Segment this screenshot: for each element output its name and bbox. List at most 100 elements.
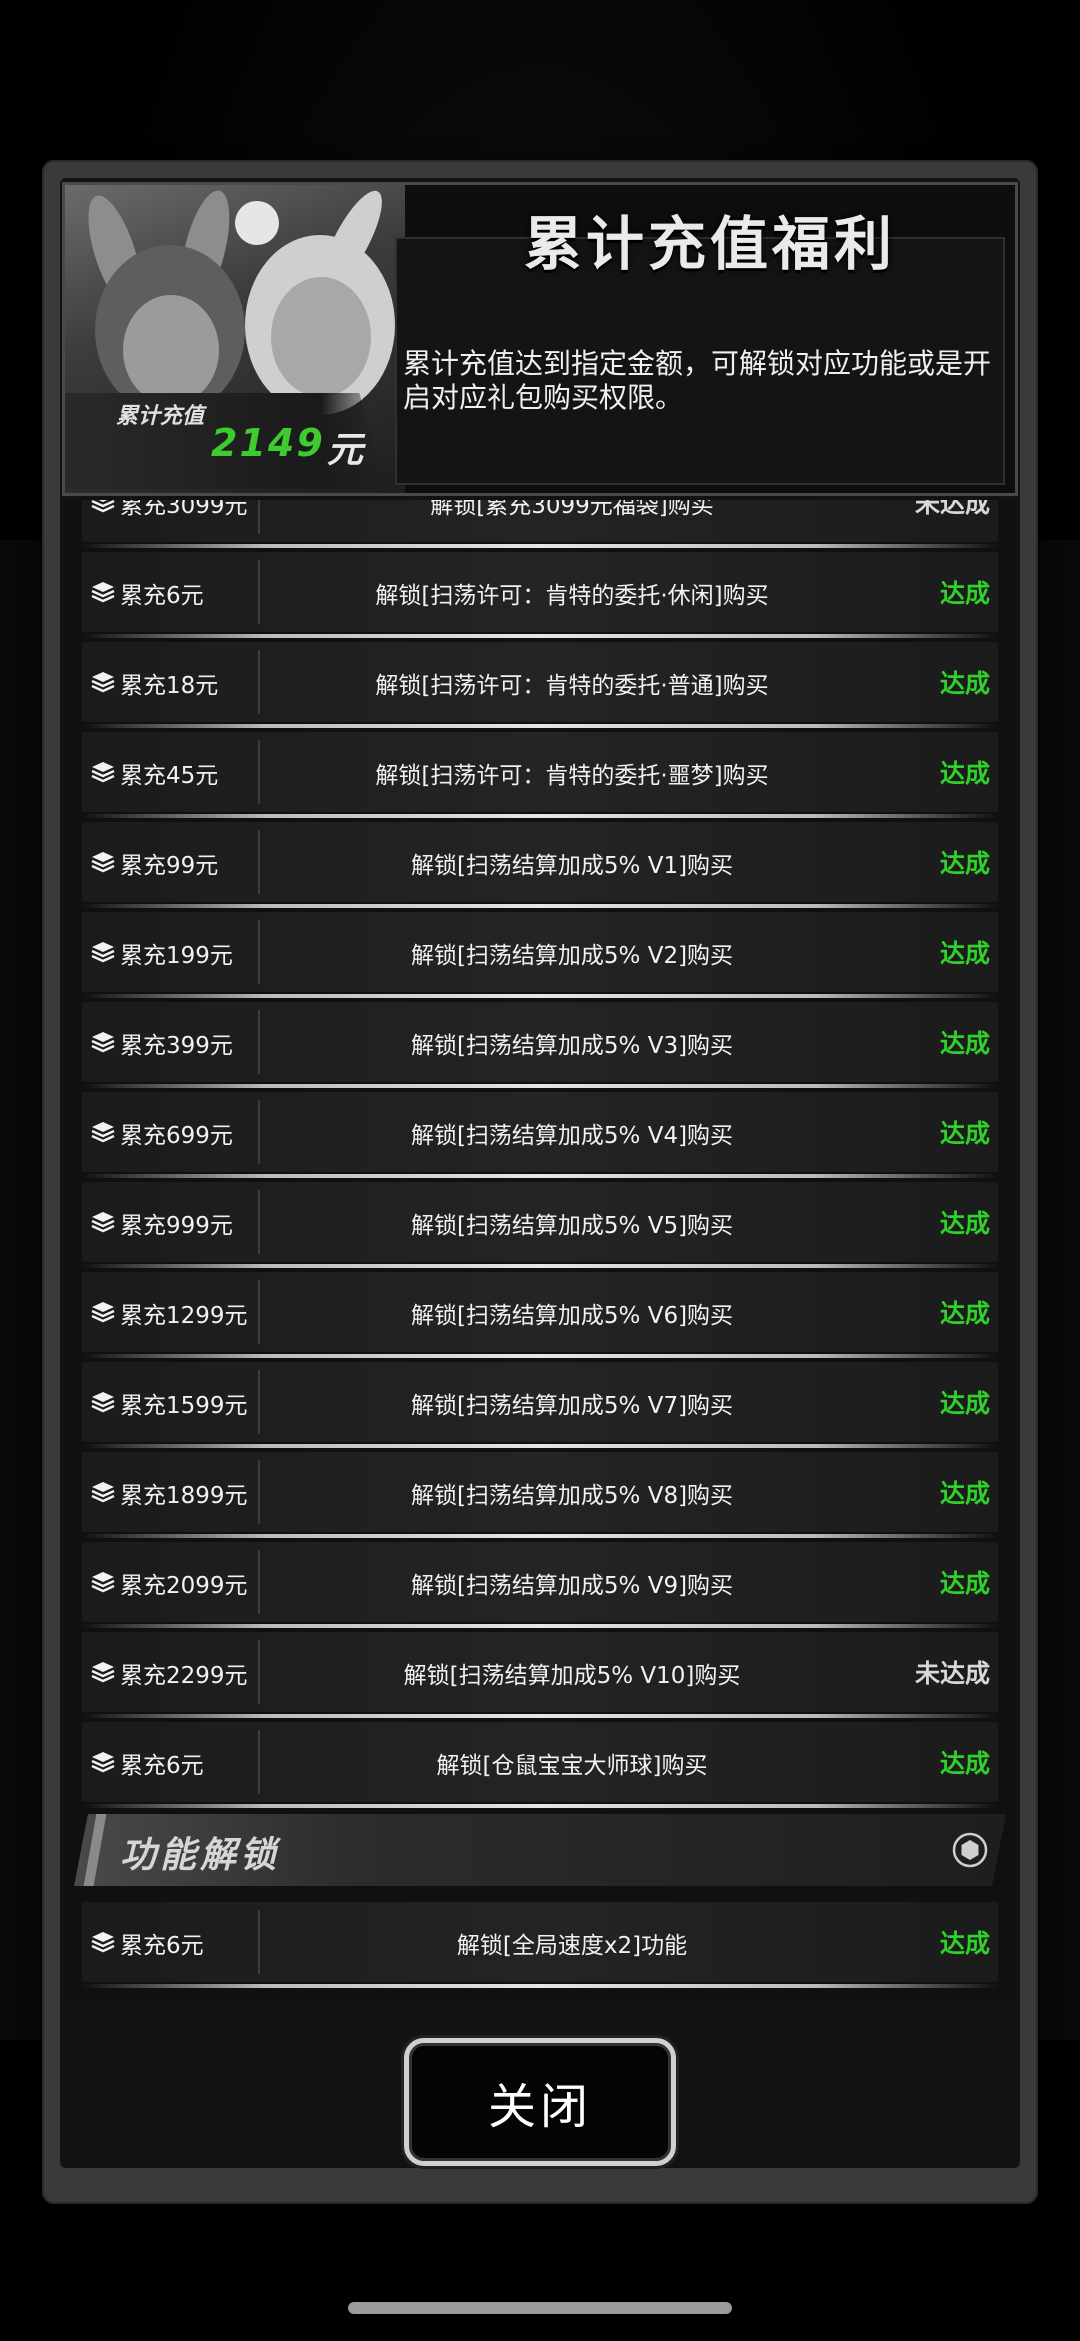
stack-icon [90, 500, 116, 514]
stack-icon [90, 940, 116, 964]
row-status: 达成 [939, 1389, 990, 1418]
row-amount: 累充199元 [120, 943, 233, 969]
reward-row: 累充1299元 解锁[扫荡结算加成5% V6]购买 达成 [82, 1272, 998, 1358]
banner: 累计充值福利 累计充值达到指定金额，可解锁对应功能或是开启对应礼包购买权限。 累… [62, 182, 1018, 496]
stack-icon [90, 1660, 116, 1684]
stack-icon [90, 1210, 116, 1234]
row-divider [258, 1370, 260, 1434]
stack-icon [90, 580, 116, 604]
row-status: 达成 [939, 759, 990, 788]
total-recharge-badge: 累计充值 2149 元 [65, 393, 385, 489]
row-status: 达成 [939, 1119, 990, 1148]
row-reward: 解锁[全局速度x2]功能 [456, 1933, 688, 1959]
row-status: 达成 [939, 1929, 990, 1958]
hexagon-icon[interactable] [952, 1832, 988, 1868]
reward-row: 累充3099元 解锁[累充3099元福袋]购买 未达成 [82, 500, 998, 548]
row-amount: 累充399元 [120, 1033, 233, 1059]
row-amount: 累充6元 [120, 1933, 204, 1959]
stack-icon [90, 1030, 116, 1054]
row-divider [258, 1460, 260, 1524]
reward-row: 累充999元 解锁[扫荡结算加成5% V5]购买 达成 [82, 1182, 998, 1268]
banner-description: 累计充值达到指定金额，可解锁对应功能或是开启对应礼包购买权限。 [403, 347, 992, 414]
row-divider [258, 1190, 260, 1254]
row-status: 达成 [939, 1299, 990, 1328]
row-divider [258, 1280, 260, 1344]
reward-list[interactable]: 累充3099元 解锁[累充3099元福袋]购买 未达成 累充6元 解锁[扫荡许可：肯特的… [62, 500, 1018, 2000]
row-reward: 解锁[扫荡结算加成5% V7]购买 [410, 1393, 734, 1419]
row-status: 达成 [939, 1569, 990, 1598]
row-reward: 解锁[仓鼠宝宝大师球]购买 [436, 1753, 708, 1779]
row-amount: 累充2299元 [120, 1663, 248, 1689]
stack-icon [90, 1930, 116, 1954]
row-divider [258, 560, 260, 624]
stack-icon [90, 1390, 116, 1414]
row-amount: 累充2099元 [120, 1573, 248, 1599]
row-status: 达成 [939, 1479, 990, 1508]
reward-row: 累充45元 解锁[扫荡许可：肯特的委托·噩梦]购买 达成 [82, 732, 998, 818]
row-divider [258, 1910, 260, 1974]
row-divider [258, 740, 260, 804]
row-divider [258, 500, 260, 534]
row-status: 达成 [939, 939, 990, 968]
row-status: 达成 [939, 849, 990, 878]
stack-icon [90, 850, 116, 874]
row-amount: 累充1599元 [120, 1393, 248, 1419]
row-status: 达成 [939, 669, 990, 698]
row-reward: 解锁[扫荡许可：肯特的委托·普通]购买 [375, 673, 769, 699]
stack-icon [90, 1480, 116, 1504]
banner-title: 累计充值福利 [523, 210, 896, 278]
row-status: 未达成 [914, 500, 990, 518]
row-reward: 解锁[扫荡许可：肯特的委托·休闲]购买 [375, 583, 769, 609]
row-amount: 累充699元 [120, 1123, 233, 1149]
row-reward: 解锁[累充3099元福袋]购买 [430, 500, 714, 519]
row-amount: 累充1299元 [120, 1303, 248, 1329]
reward-row: 累充699元 解锁[扫荡结算加成5% V4]购买 达成 [82, 1092, 998, 1178]
row-reward: 解锁[扫荡结算加成5% V10]购买 [403, 1663, 741, 1689]
row-status: 达成 [939, 1209, 990, 1238]
row-divider [258, 1010, 260, 1074]
row-reward: 解锁[扫荡结算加成5% V5]购买 [410, 1213, 734, 1239]
row-reward: 解锁[扫荡结算加成5% V2]购买 [410, 943, 734, 969]
stack-icon [90, 760, 116, 784]
row-amount: 累充18元 [120, 673, 219, 699]
row-reward: 解锁[扫荡结算加成5% V4]购买 [410, 1123, 734, 1149]
row-reward: 解锁[扫荡结算加成5% V3]购买 [410, 1033, 734, 1059]
row-status: 达成 [939, 579, 990, 608]
row-amount: 累充6元 [120, 1753, 204, 1779]
row-amount: 累充999元 [120, 1213, 233, 1239]
row-divider [258, 1100, 260, 1164]
reward-row: 累充399元 解锁[扫荡结算加成5% V3]购买 达成 [82, 1002, 998, 1088]
stack-icon [90, 1120, 116, 1144]
row-status: 未达成 [914, 1659, 990, 1688]
reward-row: 累充6元 解锁[扫荡许可：肯特的委托·休闲]购买 达成 [82, 552, 998, 638]
close-button[interactable]: 关闭 [404, 2038, 676, 2166]
reward-row: 累充99元 解锁[扫荡结算加成5% V1]购买 达成 [82, 822, 998, 908]
reward-row: 累充1899元 解锁[扫荡结算加成5% V8]购买 达成 [82, 1452, 998, 1538]
row-amount: 累充3099元 [120, 500, 248, 519]
row-divider [258, 1550, 260, 1614]
section-header-feature-unlock: 功能解锁 [74, 1814, 1006, 1886]
stack-icon [90, 670, 116, 694]
row-divider [258, 650, 260, 714]
reward-row: 累充2299元 解锁[扫荡结算加成5% V10]购买 未达成 [82, 1632, 998, 1718]
reward-row: 累充2099元 解锁[扫荡结算加成5% V9]购买 达成 [82, 1542, 998, 1628]
row-divider [258, 920, 260, 984]
total-recharge-label: 累计充值 [115, 404, 204, 429]
row-divider [258, 1640, 260, 1704]
total-recharge-value: 2149 [211, 421, 325, 465]
reward-row: 累充199元 解锁[扫荡结算加成5% V2]购买 达成 [82, 912, 998, 998]
row-amount: 累充45元 [120, 763, 219, 789]
row-divider [258, 1730, 260, 1794]
row-reward: 解锁[扫荡结算加成5% V8]购买 [410, 1483, 734, 1509]
stack-icon [90, 1300, 116, 1324]
row-status: 达成 [939, 1749, 990, 1778]
row-reward: 解锁[扫荡许可：肯特的委托·噩梦]购买 [375, 763, 769, 789]
reward-row: 累充6元 解锁[仓鼠宝宝大师球]购买 达成 [82, 1722, 998, 1808]
row-amount: 累充99元 [120, 853, 219, 879]
home-indicator[interactable] [348, 2302, 732, 2314]
row-status: 达成 [939, 1029, 990, 1058]
row-amount: 累充6元 [120, 583, 204, 609]
stack-icon [90, 1750, 116, 1774]
total-recharge-unit: 元 [327, 430, 364, 471]
row-reward: 解锁[扫荡结算加成5% V6]购买 [410, 1303, 734, 1329]
